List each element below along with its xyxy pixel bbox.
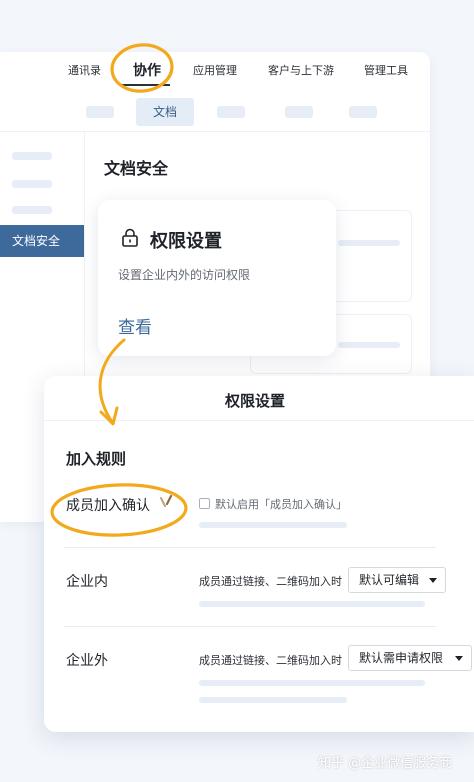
sparkle-icon [160,494,173,507]
sidebar-item-doc-security[interactable]: 文档安全 [0,225,84,257]
sidebar-item-placeholder[interactable] [12,180,52,188]
placeholder-bar [199,601,425,607]
dialog-title: 权限设置 [225,392,286,410]
section-title: 文档安全 [104,159,169,178]
nav-item-collaboration[interactable]: 协作 [133,60,161,80]
sub-tab-placeholder[interactable] [349,106,377,118]
placeholder-bar [199,697,347,703]
nav-active-underline [120,84,170,86]
nav-item-admin-tools[interactable]: 管理工具 [364,62,408,78]
external-permission-select[interactable]: 默认需申请权限 [348,645,472,671]
nav-item-customers[interactable]: 客户与上下游 [268,62,334,78]
background-placeholder-bar [338,342,400,348]
external-description: 成员通过链接、二维码加入时 [199,654,342,667]
view-link[interactable]: 查看 [118,313,152,338]
member-confirm-label: 成员加入确认 [66,498,150,514]
internal-permission-select[interactable]: 默认可编辑 [348,567,446,593]
internal-label: 企业内 [66,574,108,590]
dialog-header-divider [44,420,474,421]
tab-documents[interactable]: 文档 [136,98,194,126]
background-placeholder-bar [338,240,400,246]
internal-description: 成员通过链接、二维码加入时 [199,575,342,588]
sub-tab-placeholder[interactable] [86,106,114,118]
permission-card-title: 权限设置 [150,231,222,252]
lock-icon [122,228,138,247]
external-label: 企业外 [66,653,108,669]
sidebar-item-placeholder[interactable] [12,206,52,214]
chevron-down-icon [455,656,463,661]
permission-card-description: 设置企业内外的访问权限 [118,268,251,282]
watermark-text: 知乎 @企业微信服务商 [318,756,453,771]
join-rules-title: 加入规则 [66,450,127,468]
internal-select-value: 默认可编辑 [359,573,420,587]
placeholder-bar [199,680,425,686]
member-confirm-checkbox-label[interactable]: 默认启用「成员加入确认」 [215,496,347,512]
sub-tab-placeholder[interactable] [285,106,313,118]
nav-item-app-management[interactable]: 应用管理 [193,62,237,78]
external-select-value: 默认需申请权限 [359,651,444,665]
sidebar-item-placeholder[interactable] [12,152,52,160]
chevron-down-icon [429,578,437,583]
placeholder-bar [199,522,347,528]
row-divider [64,626,436,627]
sub-tab-placeholder[interactable] [217,106,245,118]
permission-dialog [44,376,474,732]
nav-item-contacts[interactable]: 通讯录 [68,62,101,78]
member-confirm-checkbox[interactable] [199,498,210,509]
row-divider [64,547,436,548]
